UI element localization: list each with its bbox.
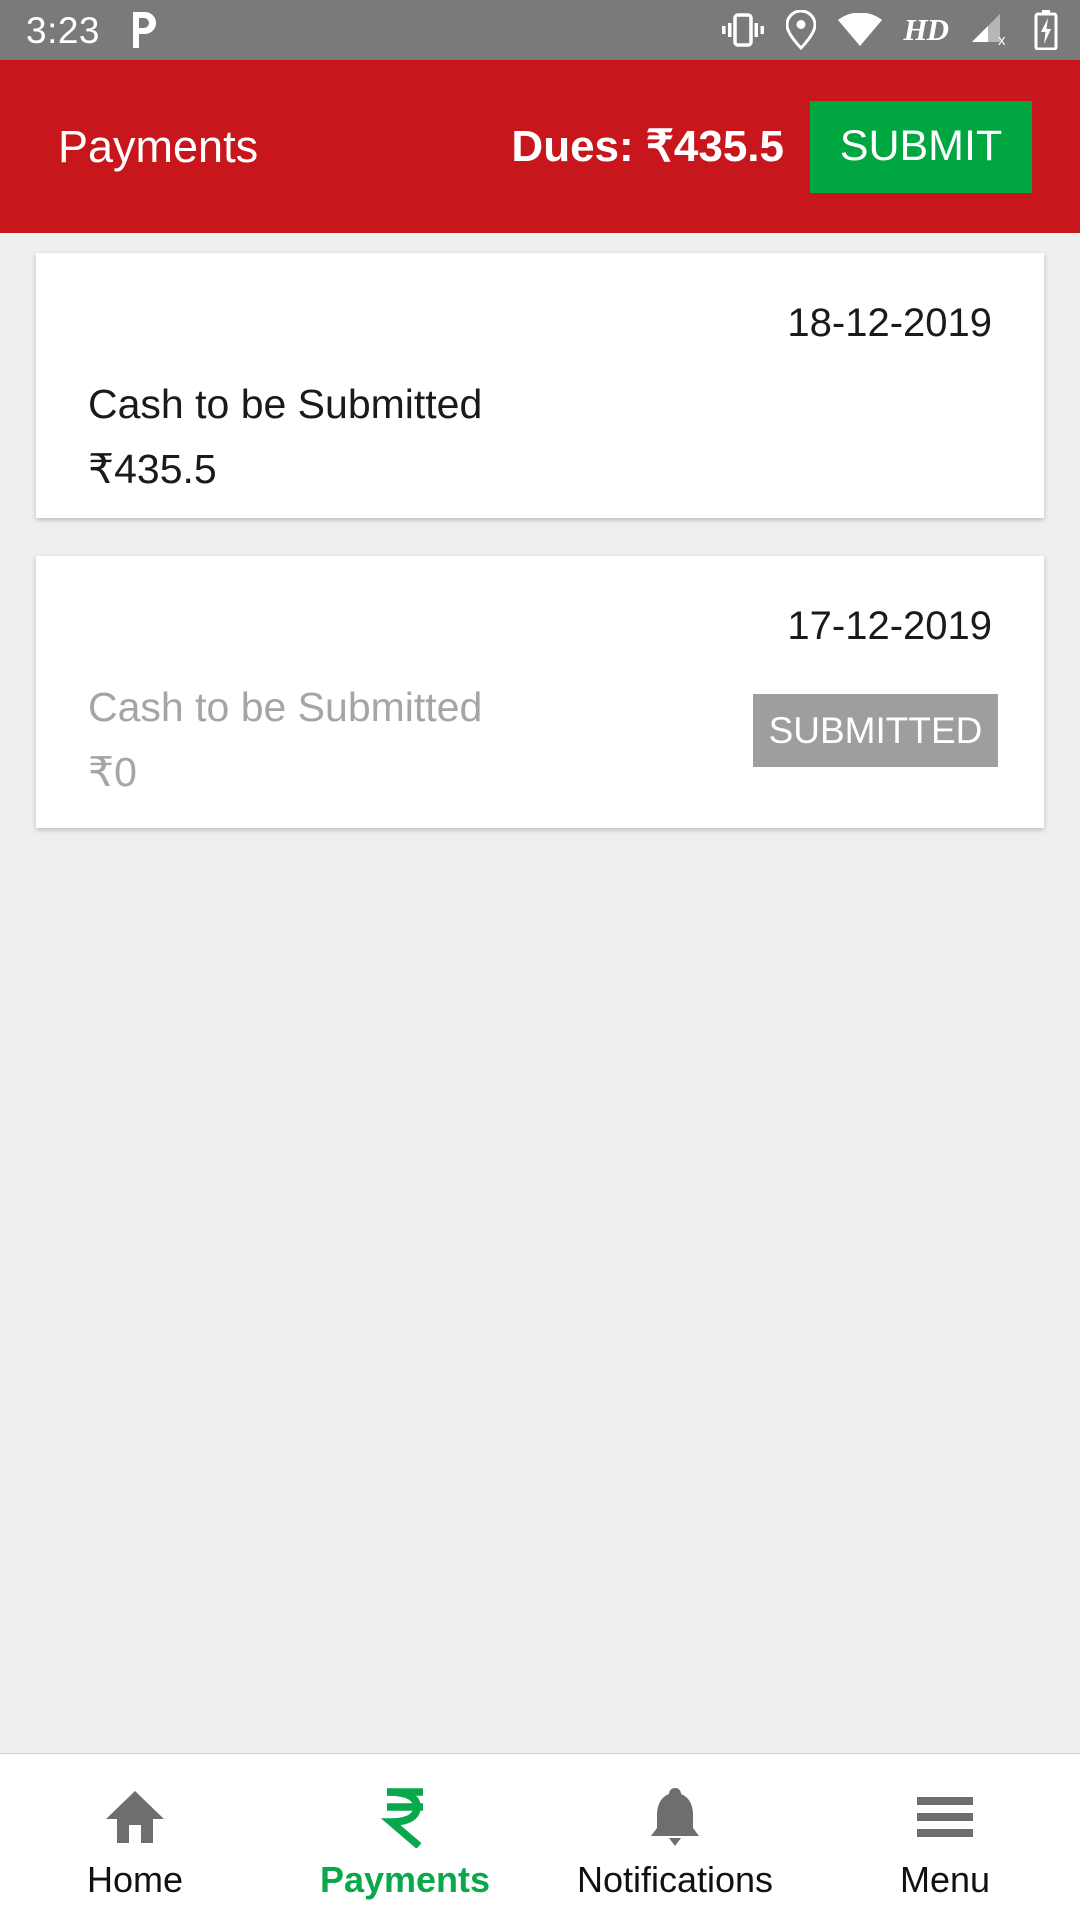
status-bar: 3:23 HD x	[0, 0, 1080, 60]
svg-text:x: x	[998, 32, 1006, 48]
battery-charging-icon	[1034, 10, 1058, 50]
hd-label: HD	[903, 12, 949, 47]
status-bar-clock: 3:23	[26, 9, 101, 51]
submit-button[interactable]: SUBMIT	[810, 100, 1032, 193]
status-bar-notification-icons	[128, 10, 162, 50]
dues-container: Dues: ₹435.5	[258, 121, 810, 172]
payment-card[interactable]: 17-12-2019 Cash to be Submitted ₹0 SUBMI…	[36, 556, 1044, 828]
payments-list: 18-12-2019 Cash to be Submitted ₹435.5 1…	[0, 233, 1080, 1753]
nav-item-notifications[interactable]: Notifications	[540, 1754, 810, 1898]
app-bar: Payments Dues: ₹435.5 SUBMIT	[0, 60, 1080, 233]
card-label: Cash to be Submitted	[88, 381, 483, 427]
wifi-icon	[837, 13, 882, 47]
dues-amount: Dues: ₹435.5	[511, 122, 784, 171]
page-title: Payments	[58, 121, 259, 172]
home-icon	[104, 1786, 166, 1848]
nav-label-notifications: Notifications	[576, 1859, 774, 1900]
card-amount: ₹0	[88, 749, 137, 795]
nav-item-menu[interactable]: Menu	[810, 1754, 1080, 1898]
nav-label-payments: Payments	[319, 1859, 491, 1900]
vibrate-icon	[721, 12, 764, 48]
status-bar-system-icons: HD x	[721, 10, 1059, 50]
submitted-status-button: SUBMITTED	[753, 694, 998, 767]
card-amount: ₹435.5	[88, 446, 217, 492]
nav-item-home[interactable]: Home	[0, 1754, 270, 1898]
signal-off-icon: x	[970, 12, 1012, 48]
nav-label-home: Home	[86, 1859, 184, 1900]
card-date: 18-12-2019	[787, 301, 992, 345]
bottom-navigation-bar: Home Payments Notifications Menu	[0, 1753, 1080, 1920]
paytm-p-icon	[128, 10, 162, 50]
nav-item-payments[interactable]: Payments	[270, 1754, 540, 1898]
rupee-icon	[379, 1786, 431, 1848]
card-label: Cash to be Submitted	[88, 684, 483, 730]
payment-card[interactable]: 18-12-2019 Cash to be Submitted ₹435.5	[36, 253, 1044, 518]
hamburger-menu-icon	[915, 1786, 975, 1848]
bell-icon	[648, 1786, 702, 1848]
location-pin-icon	[785, 10, 816, 50]
nav-label-menu: Menu	[899, 1859, 991, 1900]
card-date: 17-12-2019	[787, 604, 992, 648]
